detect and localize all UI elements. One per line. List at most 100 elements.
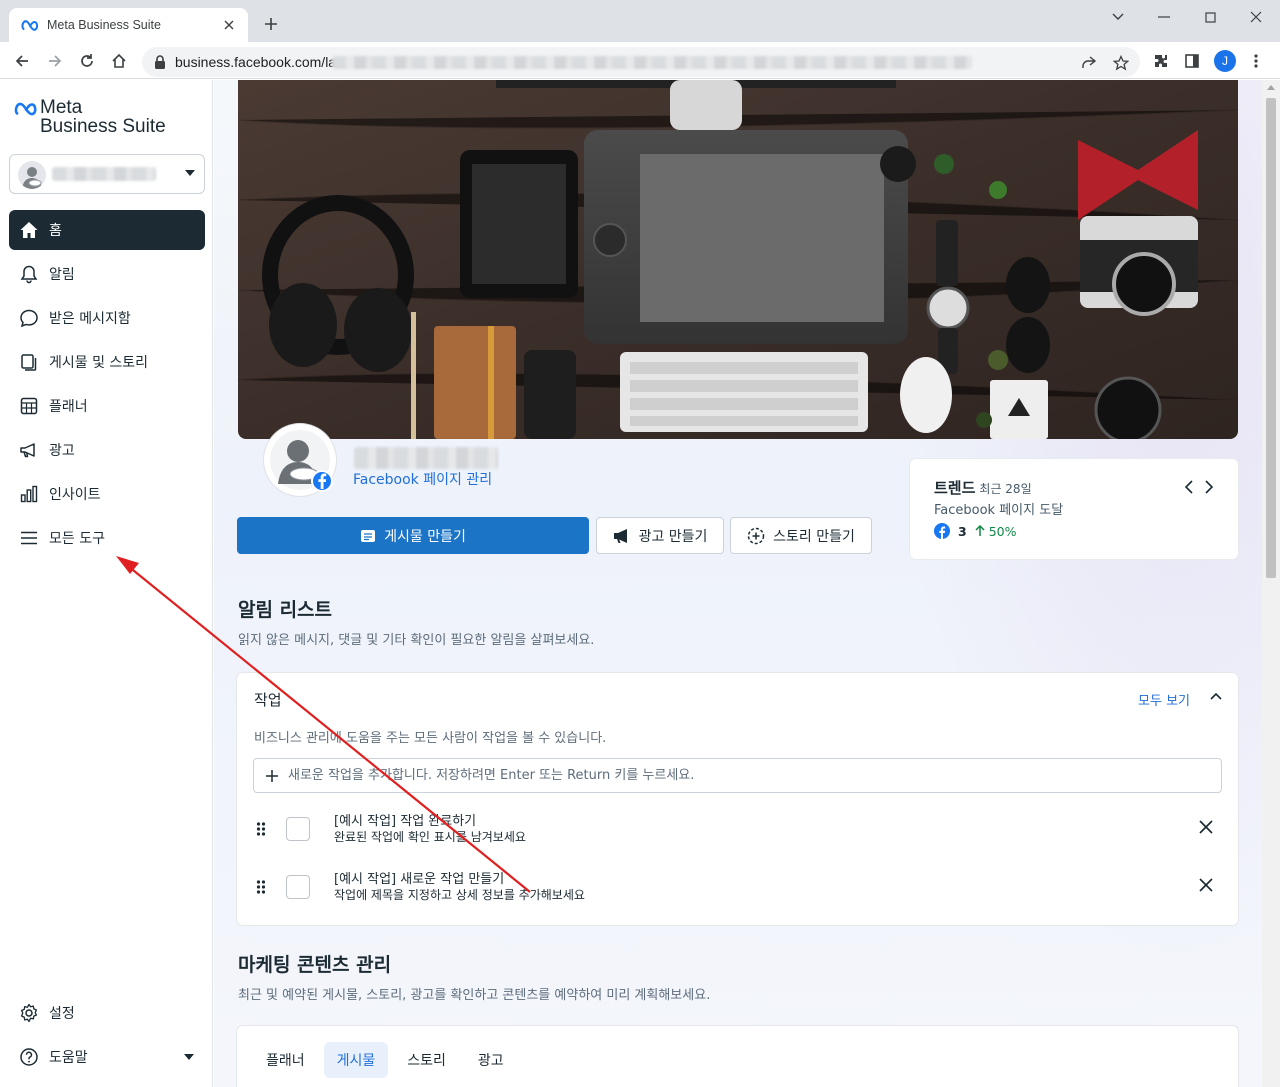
nav-help[interactable]: 도움말	[9, 1037, 205, 1077]
new-task-input[interactable]	[288, 768, 1188, 783]
account-avatar	[18, 161, 46, 189]
forward-icon[interactable]	[44, 50, 66, 72]
create-post-label: 게시물 만들기	[384, 528, 466, 545]
megaphone-icon	[18, 439, 40, 461]
create-ad-button[interactable]: 광고 만들기	[596, 517, 724, 554]
trend-card: 트렌드 최근 28일 Facebook 페이지 도달 3 50%	[910, 459, 1238, 559]
bookmark-star-icon[interactable]	[1112, 54, 1130, 72]
tab-ads[interactable]: 광고	[465, 1042, 517, 1078]
nav-label: 받은 메시지함	[49, 311, 131, 327]
task-description: 작업에 제목을 지정하고 상세 정보를 추가해보세요	[334, 888, 585, 902]
marketing-title: 마케팅 콘텐츠 관리	[238, 954, 392, 976]
nav-insights[interactable]: 인사이트	[9, 474, 205, 514]
trend-period: 최근 28일	[979, 482, 1032, 496]
tab-posts[interactable]: 게시물	[323, 1042, 389, 1078]
nav-label: 광고	[49, 443, 75, 459]
scroll-thumb[interactable]	[1266, 98, 1276, 578]
extensions-icon[interactable]	[1151, 51, 1171, 71]
drag-handle-icon[interactable]	[256, 821, 266, 837]
redacted-account-name	[52, 167, 156, 181]
tasks-card: 작업 모두 보기 비즈니스 관리에 도움을 주는 모든 사람이 작업을 볼 수 …	[237, 673, 1238, 925]
close-window-icon[interactable]	[1245, 6, 1267, 28]
share-icon[interactable]	[1080, 54, 1098, 72]
task-checkbox[interactable]	[286, 817, 310, 841]
meta-logo-icon	[21, 19, 39, 31]
main-content: Facebook 페이지 관리 게시물 만들기 광고 만들기 스토리 만들기 트…	[214, 80, 1262, 1087]
tab-search-icon[interactable]	[1107, 6, 1129, 28]
redacted-url	[332, 56, 972, 69]
alerts-title: 알림 리스트	[238, 599, 333, 621]
chat-icon	[18, 307, 40, 329]
account-switcher[interactable]	[9, 154, 205, 194]
sidebar: Meta Business Suite 홈 알림 받은 메시지함 게시물 및 스…	[0, 80, 213, 1087]
scroll-up-icon[interactable]	[1267, 85, 1275, 90]
nav-all-tools[interactable]: 모든 도구	[9, 518, 205, 558]
see-all-link[interactable]: 모두 보기	[1138, 690, 1190, 709]
new-tab-icon[interactable]	[262, 15, 280, 33]
marketing-subtitle: 최근 및 예약된 게시물, 스토리, 광고를 확인하고 콘텐츠를 예약하여 미리…	[238, 988, 711, 1003]
reload-icon[interactable]	[76, 50, 98, 72]
minimize-icon[interactable]	[1153, 6, 1175, 28]
close-icon[interactable]	[1199, 820, 1213, 834]
post-icon	[360, 529, 376, 543]
url-text: business.facebook.com/la	[175, 54, 337, 70]
task-checkbox[interactable]	[286, 875, 310, 899]
nav-label: 모든 도구	[49, 531, 105, 547]
tab-close-icon[interactable]	[220, 16, 238, 34]
close-icon[interactable]	[1199, 878, 1213, 892]
address-bar[interactable]: business.facebook.com/la	[142, 47, 1140, 77]
create-ad-label: 광고 만들기	[638, 528, 708, 545]
chevron-left-icon[interactable]	[1184, 479, 1194, 495]
chevron-right-icon[interactable]	[1204, 479, 1214, 495]
profile-avatar[interactable]: J	[1214, 50, 1236, 72]
chevron-up-icon[interactable]	[1210, 692, 1222, 700]
browser-tab[interactable]: Meta Business Suite	[9, 8, 248, 42]
tab-planner[interactable]: 플래너	[253, 1042, 318, 1078]
lock-icon	[154, 55, 166, 69]
calendar-icon	[18, 395, 40, 417]
create-story-label: 스토리 만들기	[773, 528, 855, 545]
nav-inbox[interactable]: 받은 메시지함	[9, 298, 205, 338]
task-title: [예시 작업] 새로운 작업 만들기	[334, 872, 505, 887]
nav-home[interactable]: 홈	[9, 210, 205, 250]
gear-icon	[18, 1002, 40, 1024]
browser-menu-icon[interactable]	[1246, 51, 1266, 71]
tab-stories[interactable]: 스토리	[394, 1042, 459, 1078]
home-browser-icon[interactable]	[108, 50, 130, 72]
nav-notifications[interactable]: 알림	[9, 254, 205, 294]
browser-tabstrip: Meta Business Suite	[0, 0, 1280, 42]
bell-icon	[18, 263, 40, 285]
page-scrollbar[interactable]	[1262, 80, 1280, 1087]
facebook-icon	[311, 470, 333, 492]
create-post-button[interactable]: 게시물 만들기	[237, 517, 589, 554]
drag-handle-icon[interactable]	[256, 879, 266, 895]
nav-settings[interactable]: 설정	[9, 993, 205, 1033]
back-icon[interactable]	[11, 50, 33, 72]
trend-subtitle: Facebook 페이지 도달	[934, 503, 1064, 518]
create-story-button[interactable]: 스토리 만들기	[730, 517, 872, 554]
manage-page-link[interactable]: Facebook 페이지 관리	[353, 469, 492, 489]
trend-change: 50%	[988, 523, 1017, 539]
help-icon	[18, 1046, 40, 1068]
task-item: [예시 작업] 새로운 작업 만들기 작업에 제목을 지정하고 상세 정보를 추…	[237, 866, 1238, 910]
alerts-subtitle: 읽지 않은 메시지, 댓글 및 기타 확인이 필요한 알림을 살펴보세요.	[238, 633, 595, 648]
maximize-icon[interactable]	[1199, 6, 1221, 28]
nav-planner[interactable]: 플래너	[9, 386, 205, 426]
nav-ads[interactable]: 광고	[9, 430, 205, 470]
nav-posts-stories[interactable]: 게시물 및 스토리	[9, 342, 205, 382]
menu-icon	[18, 527, 40, 549]
nav-label: 홈	[49, 223, 62, 239]
megaphone-icon	[613, 528, 631, 544]
side-panel-icon[interactable]	[1182, 51, 1202, 71]
nav-label: 플래너	[49, 399, 88, 415]
redacted-page-name	[354, 447, 498, 469]
task-title: [예시 작업] 작업 완료하기	[334, 814, 477, 829]
trend-count: 3	[958, 523, 967, 539]
tasks-title: 작업	[254, 691, 282, 709]
browser-toolbar: business.facebook.com/la	[0, 42, 1280, 79]
story-add-icon	[747, 527, 765, 545]
task-item: [예시 작업] 작업 완료하기 완료된 작업에 확인 표시를 남겨보세요	[237, 808, 1238, 852]
facebook-icon	[934, 523, 950, 539]
nav-label: 인사이트	[49, 487, 101, 503]
new-task-field[interactable]	[253, 758, 1222, 793]
